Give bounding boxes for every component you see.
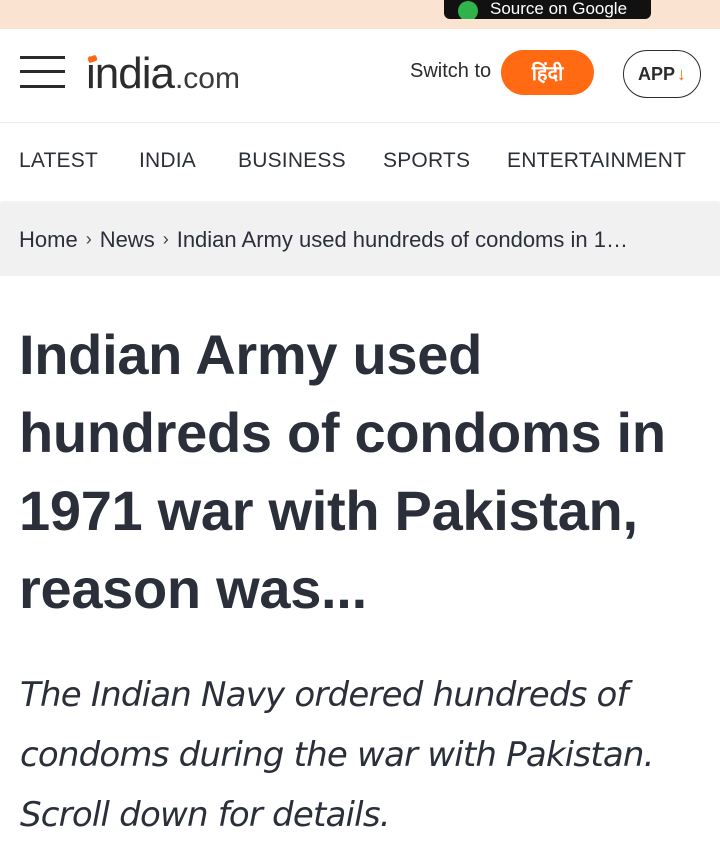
article-summary: The Indian Navy ordered hundreds of cond…	[20, 675, 654, 835]
category-nav: LATEST INDIA BUSINESS SPORTS ENTERTAINME…	[0, 123, 720, 201]
breadcrumb-news[interactable]: News	[100, 227, 155, 253]
download-arrow-icon: ↓	[677, 63, 686, 84]
app-button-label: APP	[637, 63, 675, 84]
nav-item-latest[interactable]: LATEST	[19, 149, 98, 173]
article-headline: Indian Army used hundreds of condoms in …	[19, 323, 666, 620]
breadcrumb: Home › News › Indian Army used hundreds …	[0, 203, 720, 276]
site-header: india .com Switch to हिंदी APP ↓	[0, 29, 720, 123]
hindi-language-button[interactable]: हिंदी	[501, 50, 594, 95]
switch-language-label: Switch to	[410, 60, 492, 82]
google-badge-label: Source on Google	[490, 0, 628, 18]
download-app-button[interactable]: APP ↓	[623, 50, 701, 98]
breadcrumb-home[interactable]: Home	[19, 227, 78, 253]
breadcrumb-current: Indian Army used hundreds of condoms in …	[176, 226, 628, 252]
google-source-badge[interactable]: Source on Google	[444, 0, 651, 19]
google-logo-icon	[458, 1, 478, 19]
nav-item-entertainment[interactable]: ENTERTAINMENT	[507, 149, 686, 173]
nav-item-india[interactable]: INDIA	[139, 149, 196, 173]
hindi-button-label: हिंदी	[531, 63, 564, 85]
promo-strip: Source on Google	[0, 0, 720, 29]
logo-tld: .com	[174, 62, 240, 95]
hamburger-menu-icon[interactable]	[20, 56, 65, 90]
nav-item-business[interactable]: BUSINESS	[238, 149, 346, 173]
logo-wordmark: india	[86, 49, 175, 98]
chevron-right-icon: ›	[85, 229, 92, 249]
nav-item-sports[interactable]: SPORTS	[383, 149, 470, 173]
chevron-right-icon: ›	[162, 229, 169, 249]
site-logo[interactable]: india .com	[86, 49, 240, 99]
